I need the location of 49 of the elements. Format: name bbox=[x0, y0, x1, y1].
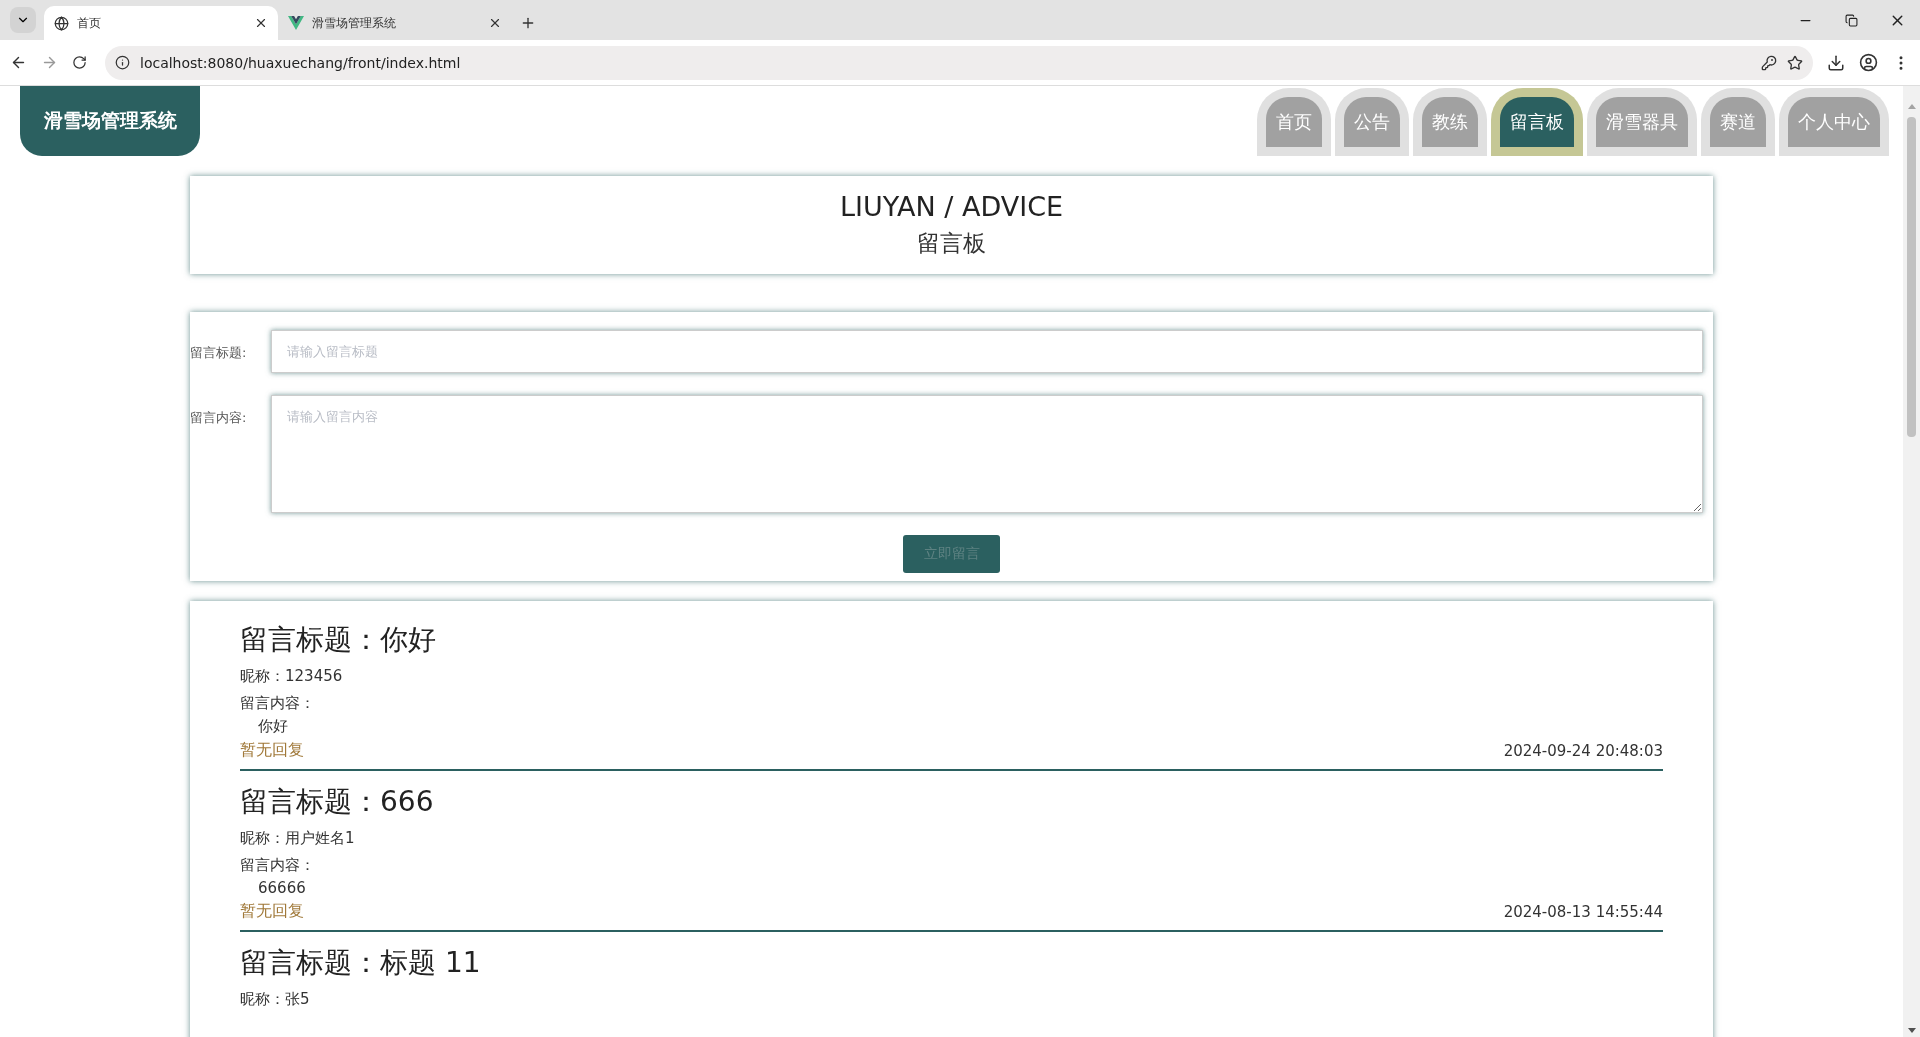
nav-tab[interactable]: 公告 bbox=[1344, 97, 1400, 147]
nav-tab[interactable]: 滑雪器具 bbox=[1596, 97, 1688, 147]
message-content: 66666 bbox=[257, 879, 307, 897]
content-field[interactable]: 请输入留言内容 bbox=[271, 395, 1703, 513]
reload-icon[interactable] bbox=[72, 55, 87, 70]
field-label: 留言内容: bbox=[190, 409, 248, 427]
new-tab-icon[interactable] bbox=[520, 15, 536, 31]
tab-title: 首页 bbox=[77, 14, 102, 32]
url-text: localhost:8080/huaxuechang/front/index.html bbox=[140, 54, 462, 71]
page-title: LIUYAN / ADVICE bbox=[839, 191, 1064, 222]
nickname-text: 昵称：用户姓名1 bbox=[240, 829, 356, 848]
tab-title: 滑雪场管理系统 bbox=[312, 14, 397, 32]
globe-icon bbox=[54, 15, 69, 31]
v-logo-icon bbox=[288, 16, 304, 30]
profile-icon[interactable] bbox=[1859, 53, 1878, 72]
nickname-text: 昵称：张5 bbox=[240, 990, 311, 1009]
close-icon[interactable] bbox=[254, 16, 268, 30]
tab-list-button[interactable] bbox=[10, 7, 36, 33]
nav-tab[interactable]: 教练 bbox=[1422, 97, 1478, 147]
address-bar[interactable]: localhost:8080/huaxuechang/front/index.html bbox=[105, 45, 1813, 80]
site-logo[interactable]: 滑雪场管理系统 bbox=[20, 86, 200, 156]
message-time: 2024-08-13 14:55:44 bbox=[1503, 902, 1663, 921]
message-title: 留言标题：你好 bbox=[240, 622, 437, 658]
info-icon[interactable] bbox=[115, 55, 130, 70]
reply-status: 暂无回复 bbox=[240, 901, 304, 922]
content-label: 留言内容： bbox=[240, 694, 316, 713]
key-icon[interactable] bbox=[1761, 54, 1777, 71]
message-title: 留言标题：标题 11 bbox=[240, 945, 482, 981]
title-field[interactable]: 请输入留言标题 bbox=[271, 330, 1703, 373]
nav-tab[interactable]: 赛道 bbox=[1710, 97, 1766, 147]
page-subtitle: 留言板 bbox=[917, 229, 986, 258]
scrollbar[interactable] bbox=[1903, 86, 1920, 1037]
browser-tab[interactable]: 首页 bbox=[44, 6, 278, 40]
reply-status: 暂无回复 bbox=[240, 740, 304, 761]
nav-tab[interactable]: 留言板 bbox=[1500, 97, 1574, 147]
message-title: 留言标题：666 bbox=[240, 784, 435, 820]
field-label: 留言标题: bbox=[190, 344, 248, 362]
message-content: 你好 bbox=[257, 717, 289, 736]
nav-tab[interactable]: 首页 bbox=[1266, 97, 1322, 147]
download-icon[interactable] bbox=[1827, 53, 1845, 72]
message-time: 2024-09-24 20:48:03 bbox=[1503, 741, 1663, 760]
content-label: 留言内容： bbox=[240, 856, 316, 875]
close-icon[interactable] bbox=[488, 16, 502, 30]
browser-tab[interactable]: 滑雪场管理系统 bbox=[278, 6, 512, 40]
forward-icon[interactable] bbox=[41, 54, 58, 71]
nav-tab[interactable]: 个人中心 bbox=[1788, 97, 1880, 147]
star-icon[interactable] bbox=[1787, 54, 1803, 71]
nickname-text: 昵称：123456 bbox=[240, 667, 344, 686]
back-icon[interactable] bbox=[10, 54, 27, 71]
